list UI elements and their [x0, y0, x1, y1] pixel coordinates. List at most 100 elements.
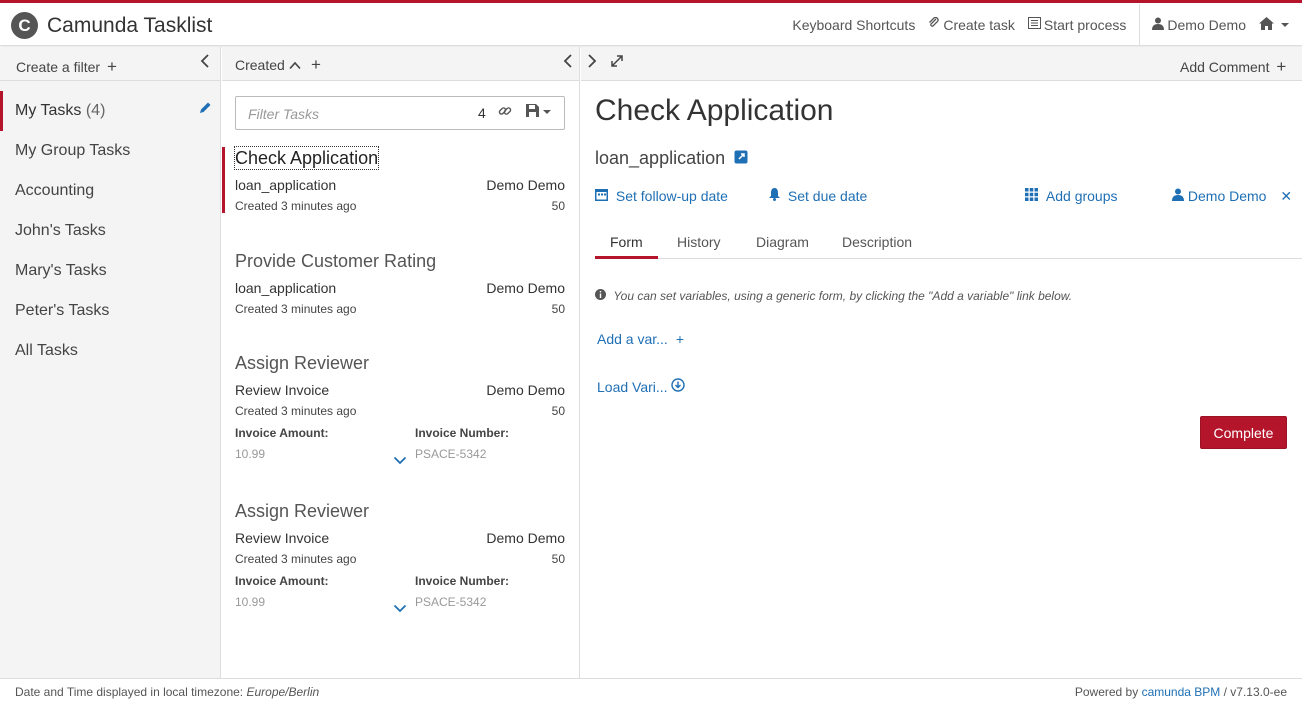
brand[interactable]: C Camunda Tasklist — [11, 12, 212, 39]
filter-johns-tasks[interactable]: John's Tasks — [0, 211, 220, 251]
variable-value: PSACE-5342 — [415, 447, 487, 461]
complete-button[interactable]: Complete — [1200, 416, 1287, 449]
filter-label: Mary's Tasks — [15, 262, 107, 279]
tab-diagram[interactable]: Diagram — [756, 234, 809, 250]
user-icon — [1152, 17, 1165, 33]
camunda-logo: C — [11, 12, 38, 39]
filter-my-tasks[interactable]: My Tasks (4) — [0, 91, 220, 131]
powered-by-label: Powered by — [1074, 685, 1139, 699]
task-card[interactable]: Check Application loan_application Demo … — [222, 146, 579, 213]
add-groups-button[interactable]: Add groups — [1025, 188, 1118, 204]
chevron-down-icon[interactable] — [393, 600, 407, 616]
create-task-label: Create task — [943, 16, 1015, 33]
task-list-header: Created + — [222, 47, 579, 81]
task-name[interactable]: Assign Reviewer — [235, 500, 565, 522]
assignee-name: Demo Demo — [1187, 188, 1267, 204]
home-icon — [1259, 16, 1274, 33]
assignee[interactable]: Demo Demo ✕ — [1172, 188, 1292, 205]
task-process: loan_application — [235, 177, 337, 193]
add-variable-button[interactable]: Add a var... + — [597, 331, 684, 347]
set-follow-up-date-button[interactable]: Set follow-up date — [595, 188, 728, 204]
variable-value: PSACE-5342 — [415, 595, 487, 609]
task-priority: 50 — [551, 552, 565, 566]
add-comment-button[interactable]: Add Comment + — [1180, 57, 1286, 77]
top-navbar: C Camunda Tasklist Keyboard Shortcuts Cr… — [0, 0, 1302, 46]
plus-icon: + — [106, 57, 117, 76]
create-task-link[interactable]: Create task — [928, 17, 1015, 33]
bell-icon — [769, 188, 784, 204]
nav-divider — [1139, 3, 1141, 46]
user-icon — [1172, 188, 1188, 204]
task-process: loan_application — [235, 280, 337, 296]
task-assignee: Demo Demo — [486, 382, 565, 398]
keyboard-shortcuts-label: Keyboard Shortcuts — [792, 16, 916, 33]
filters-header: Create a filter + — [0, 47, 220, 81]
user-menu-label: Demo Demo — [1167, 16, 1246, 33]
user-menu[interactable]: Demo Demo — [1152, 17, 1246, 33]
task-title: Check Application — [595, 94, 834, 127]
task-list-panel: Created + Filter Tasks 4 Check Applicati… — [222, 47, 580, 678]
timezone-note: Date and Time displayed in local timezon… — [15, 685, 319, 699]
external-link-icon — [734, 150, 748, 168]
set-due-date-button[interactable]: Set due date — [769, 188, 867, 204]
top-nav: Keyboard Shortcuts Create task Start pro… — [792, 3, 1302, 46]
task-card[interactable]: Assign Reviewer Review Invoice Demo Demo… — [222, 500, 579, 622]
sort-created-button[interactable]: Created — [235, 57, 301, 73]
footer: Date and Time displayed in local timezon… — [0, 678, 1302, 702]
task-process: Review Invoice — [235, 382, 330, 398]
task-variables: Invoice Amount: 10.99 Invoice Number: PS… — [235, 426, 565, 474]
timezone-prefix: Date and Time displayed in local timezon… — [15, 685, 244, 699]
version-label: / v7.13.0-ee — [1223, 685, 1287, 699]
filter-peters-tasks[interactable]: Peter's Tasks — [0, 291, 220, 331]
task-card[interactable]: Assign Reviewer Review Invoice Demo Demo… — [222, 352, 579, 474]
due-date-label: Set due date — [787, 188, 868, 204]
filter-label: My Tasks — [15, 102, 82, 119]
task-process: Review Invoice — [235, 530, 330, 546]
create-filter-button[interactable]: Create a filter + — [16, 57, 117, 77]
create-filter-label: Create a filter — [16, 59, 101, 75]
start-process-link[interactable]: Start process — [1027, 17, 1126, 33]
calendar-icon — [595, 188, 612, 204]
hint-text: You can set variables, using a generic f… — [613, 289, 1073, 303]
tab-form[interactable]: Form — [595, 234, 658, 259]
task-created: Created 3 minutes ago — [235, 404, 357, 418]
filter-my-group-tasks[interactable]: My Group Tasks — [0, 131, 220, 171]
task-name[interactable]: Assign Reviewer — [235, 352, 565, 374]
chevron-down-icon — [543, 110, 551, 114]
keyboard-shortcuts-link[interactable]: Keyboard Shortcuts — [792, 17, 915, 33]
load-variables-button[interactable]: Load Vari... — [597, 378, 686, 395]
save-search-dropdown[interactable] — [526, 104, 551, 120]
collapse-list-icon[interactable] — [563, 54, 573, 72]
task-name[interactable]: Provide Customer Rating — [235, 250, 565, 272]
add-sorting-button[interactable]: + — [311, 55, 321, 75]
tab-description[interactable]: Description — [842, 234, 912, 250]
filter-label: Peter's Tasks — [15, 302, 110, 319]
variable-label: Invoice Number: — [415, 426, 510, 440]
floppy-disk-icon — [526, 104, 539, 120]
filters-panel: Create a filter + My Tasks (4) My Group … — [0, 47, 221, 678]
filter-tasks-search[interactable]: Filter Tasks 4 — [235, 96, 565, 130]
maximize-icon[interactable] — [610, 54, 624, 72]
filter-label: My Group Tasks — [15, 142, 131, 159]
link-icon[interactable] — [498, 104, 512, 121]
camunda-bpm-link[interactable]: camunda BPM — [1142, 685, 1221, 699]
chevron-right-icon[interactable] — [587, 54, 597, 72]
close-icon[interactable]: ✕ — [1280, 188, 1292, 204]
search-placeholder: Filter Tasks — [248, 106, 320, 122]
task-created: Created 3 minutes ago — [235, 302, 357, 316]
chevron-down-icon[interactable] — [393, 452, 407, 468]
paperclip-icon — [928, 16, 940, 32]
variable-value: 10.99 — [235, 447, 266, 461]
filter-marys-tasks[interactable]: Mary's Tasks — [0, 251, 220, 291]
task-card[interactable]: Provide Customer Rating loan_application… — [222, 250, 579, 316]
home-menu[interactable] — [1259, 16, 1289, 33]
filter-label: Accounting — [15, 182, 95, 199]
filter-accounting[interactable]: Accounting — [0, 171, 220, 211]
collapse-filters-icon[interactable] — [200, 54, 210, 72]
task-name[interactable]: Check Application — [233, 146, 380, 170]
pencil-icon[interactable] — [198, 91, 212, 131]
chevron-up-icon — [289, 57, 301, 73]
tab-history[interactable]: History — [677, 234, 721, 250]
process-link[interactable]: loan_application — [595, 148, 748, 169]
filter-all-tasks[interactable]: All Tasks — [0, 331, 220, 371]
